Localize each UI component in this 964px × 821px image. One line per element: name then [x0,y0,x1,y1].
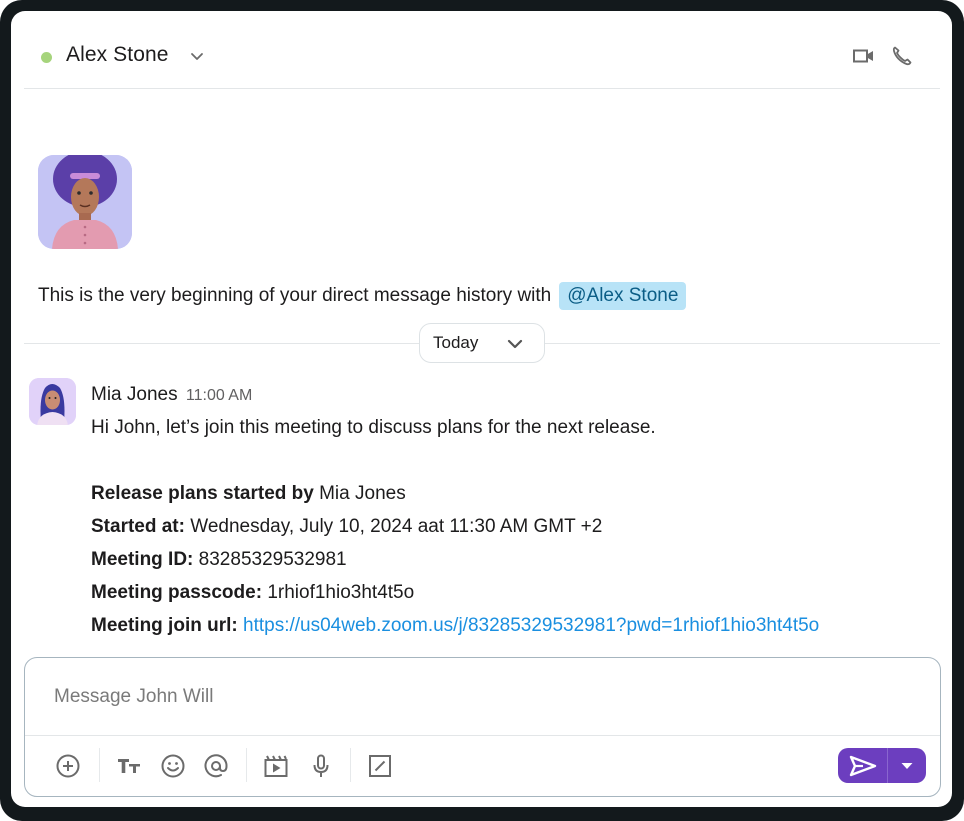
send-button[interactable] [838,748,888,783]
message-header: Mia Jones 11:00 AM [91,384,252,406]
send-options-button[interactable] [888,748,926,783]
day-label: Today [433,333,479,352]
started-by-value: Mia Jones [319,483,406,504]
composer-toolbar [25,736,940,796]
video-camera-icon[interactable] [852,44,876,68]
join-url-label: Meeting join url: [91,615,238,636]
meeting-id-value: 83285329532981 [198,549,347,570]
contact-avatar[interactable] [38,155,132,249]
meeting-started-by: Release plans started by Mia Jones [91,483,406,505]
caret-down-icon [901,762,913,769]
dm-window: Alex Stone This is the very beginning of… [11,11,952,807]
app-frame: Alex Stone This is the very beginning of… [0,0,964,821]
video-clip-icon[interactable] [262,752,290,780]
toolbar-divider [350,748,351,782]
send-icon [849,755,876,776]
meeting-passcode: Meeting passcode: 1rhiof1hio3ht4t5o [91,582,414,604]
mention-icon[interactable] [202,752,230,780]
shortcut-icon[interactable] [366,752,394,780]
conversation-title[interactable]: Alex Stone [66,43,169,67]
meeting-id: Meeting ID: 83285329532981 [91,549,347,571]
passcode-label: Meeting passcode: [91,582,263,603]
history-start-text: This is the very beginning of your direc… [38,285,552,306]
message-composer [24,657,941,797]
passcode-value: 1rhiof1hio3ht4t5o [267,582,415,603]
text-format-icon[interactable] [115,752,143,780]
channel-header: Alex Stone [24,11,940,89]
header-actions [852,44,914,68]
message-input[interactable] [25,658,940,736]
chevron-down-icon[interactable] [188,47,206,65]
join-url-link[interactable]: https://us04web.zoom.us/j/83285329532981… [243,615,819,636]
message-timestamp[interactable]: 11:00 AM [186,387,252,404]
user-mention[interactable]: @Alex Stone [559,282,687,310]
started-by-label: Release plans started by [91,483,314,504]
history-start-notice: This is the very beginning of your direc… [38,282,687,310]
phone-icon[interactable] [890,44,914,68]
presence-indicator [41,52,52,63]
send-button-group [838,748,926,783]
microphone-icon[interactable] [307,752,335,780]
chevron-down-icon [506,335,524,353]
meeting-join-url: Meeting join url: https://us04web.zoom.u… [91,615,819,637]
meeting-id-label: Meeting ID: [91,549,194,570]
toolbar-divider [99,748,100,782]
add-icon[interactable] [54,752,82,780]
emoji-icon[interactable] [159,752,187,780]
toolbar-divider [246,748,247,782]
message-text: Hi John, let’s join this meeting to disc… [91,417,656,438]
started-at-label: Started at: [91,516,185,537]
author-avatar[interactable] [29,378,76,425]
meeting-started-at: Started at: Wednesday, July 10, 2024 aat… [91,516,602,538]
day-jump-button[interactable]: Today [419,323,545,363]
started-at-value: Wednesday, July 10, 2024 aat 11:30 AM GM… [190,516,603,537]
message-author[interactable]: Mia Jones [91,384,178,405]
